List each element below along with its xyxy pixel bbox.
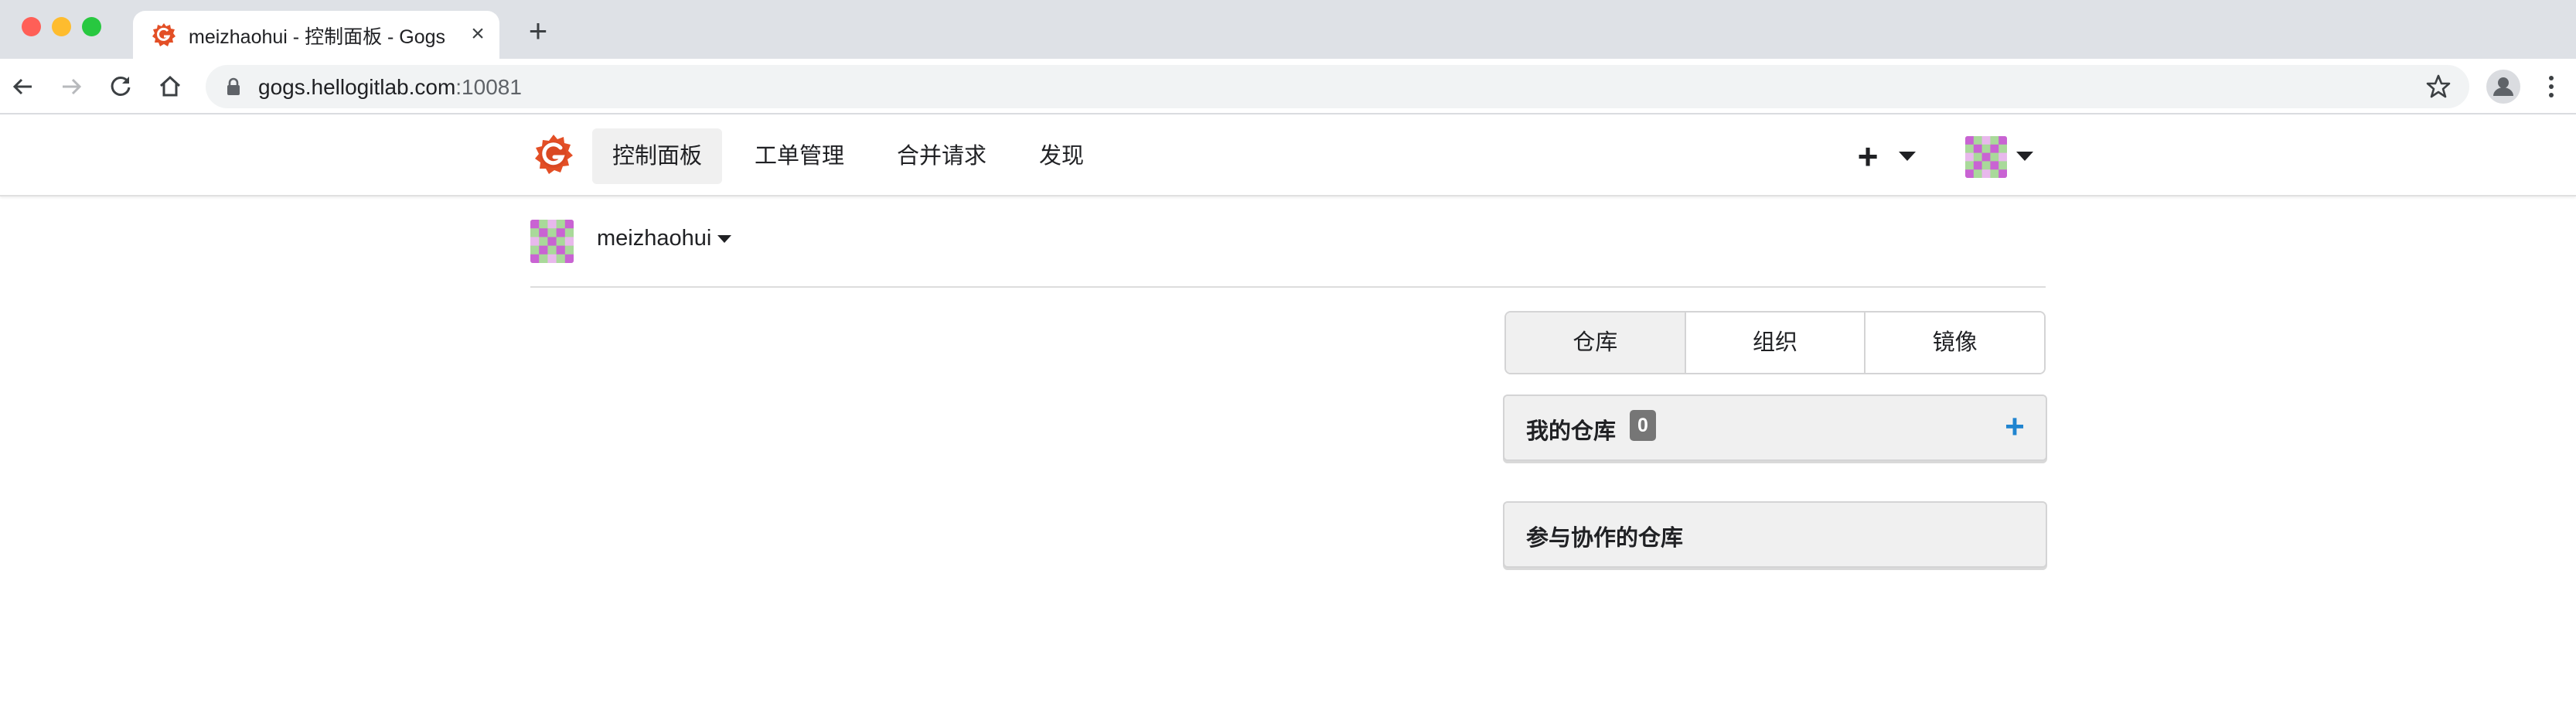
tab-close-icon[interactable]: × — [465, 22, 490, 46]
repo-tabs: 仓库 组织 镜像 — [1504, 311, 2046, 374]
lock-icon — [227, 77, 240, 95]
tab-mirrors[interactable]: 镜像 — [1866, 313, 2044, 373]
profile-icon — [2493, 77, 2513, 96]
window-zoom-button[interactable] — [82, 17, 101, 36]
window-close-button[interactable] — [22, 17, 41, 36]
collab-repos-box: 参与协作的仓库 — [1503, 501, 2047, 568]
profile-button[interactable] — [2486, 70, 2520, 104]
reload-button[interactable] — [104, 70, 138, 104]
avatar-identicon — [530, 220, 574, 263]
user-menu-button[interactable] — [1965, 136, 2035, 179]
url-host: gogs.hellogitlab.com — [258, 75, 456, 99]
my-repos-box: 我的仓库 0 + — [1503, 394, 2047, 461]
add-repo-icon[interactable]: + — [1999, 410, 2030, 444]
address-bar[interactable]: gogs.hellogitlab.com:10081 — [206, 65, 2469, 108]
gogs-logo-icon[interactable] — [532, 133, 575, 176]
tab-repositories[interactable]: 仓库 — [1506, 313, 1686, 373]
forward-button[interactable] — [54, 70, 88, 104]
gogs-navbar: 控制面板 工单管理 合并请求 发现 + — [0, 116, 2576, 196]
forward-icon — [63, 78, 82, 95]
my-repos-title: 我的仓库 — [1526, 419, 1617, 444]
nav-explore[interactable]: 发现 — [1019, 128, 1104, 184]
home-button[interactable] — [153, 70, 187, 104]
repo-count-badge: 0 — [1630, 410, 1656, 441]
context-avatar[interactable] — [530, 220, 574, 263]
tab-organizations[interactable]: 组织 — [1685, 313, 1866, 373]
kebab-menu-icon[interactable] — [2539, 70, 2564, 104]
browser-toolbar: gogs.hellogitlab.com:10081 — [0, 59, 2576, 114]
caret-down-icon[interactable] — [717, 235, 731, 243]
new-tab-button[interactable]: + — [523, 15, 554, 47]
tab-title: meizhaohui - 控制面板 - Gogs — [189, 26, 446, 48]
nav-issues[interactable]: 工单管理 — [734, 128, 864, 184]
home-icon — [159, 75, 181, 97]
caret-down-icon — [1899, 152, 1916, 161]
dashboard-context-bar: meizhaohui — [530, 218, 2046, 288]
gogs-favicon-icon — [152, 23, 175, 46]
reload-icon — [111, 76, 131, 96]
browser-tab[interactable]: meizhaohui - 控制面板 - Gogs × — [133, 11, 499, 59]
create-menu-button[interactable]: + — [1852, 136, 1917, 176]
nav-pull-requests[interactable]: 合并请求 — [877, 128, 1007, 184]
context-username[interactable]: meizhaohui — [597, 226, 711, 251]
url-text: gogs.hellogitlab.com:10081 — [258, 75, 522, 100]
caret-down-icon — [2016, 152, 2033, 161]
url-port: :10081 — [455, 75, 522, 99]
avatar-identicon — [1965, 136, 2007, 178]
plus-icon: + — [1857, 136, 1879, 176]
collab-repos-title: 参与协作的仓库 — [1526, 526, 1684, 551]
bookmark-star-icon[interactable] — [2424, 73, 2452, 101]
browser-tab-strip: meizhaohui - 控制面板 - Gogs × + — [0, 0, 2576, 59]
window-minimize-button[interactable] — [52, 17, 71, 36]
back-button[interactable] — [6, 70, 40, 104]
back-icon — [12, 78, 32, 95]
nav-dashboard[interactable]: 控制面板 — [592, 128, 723, 184]
avatar — [1965, 136, 2007, 178]
